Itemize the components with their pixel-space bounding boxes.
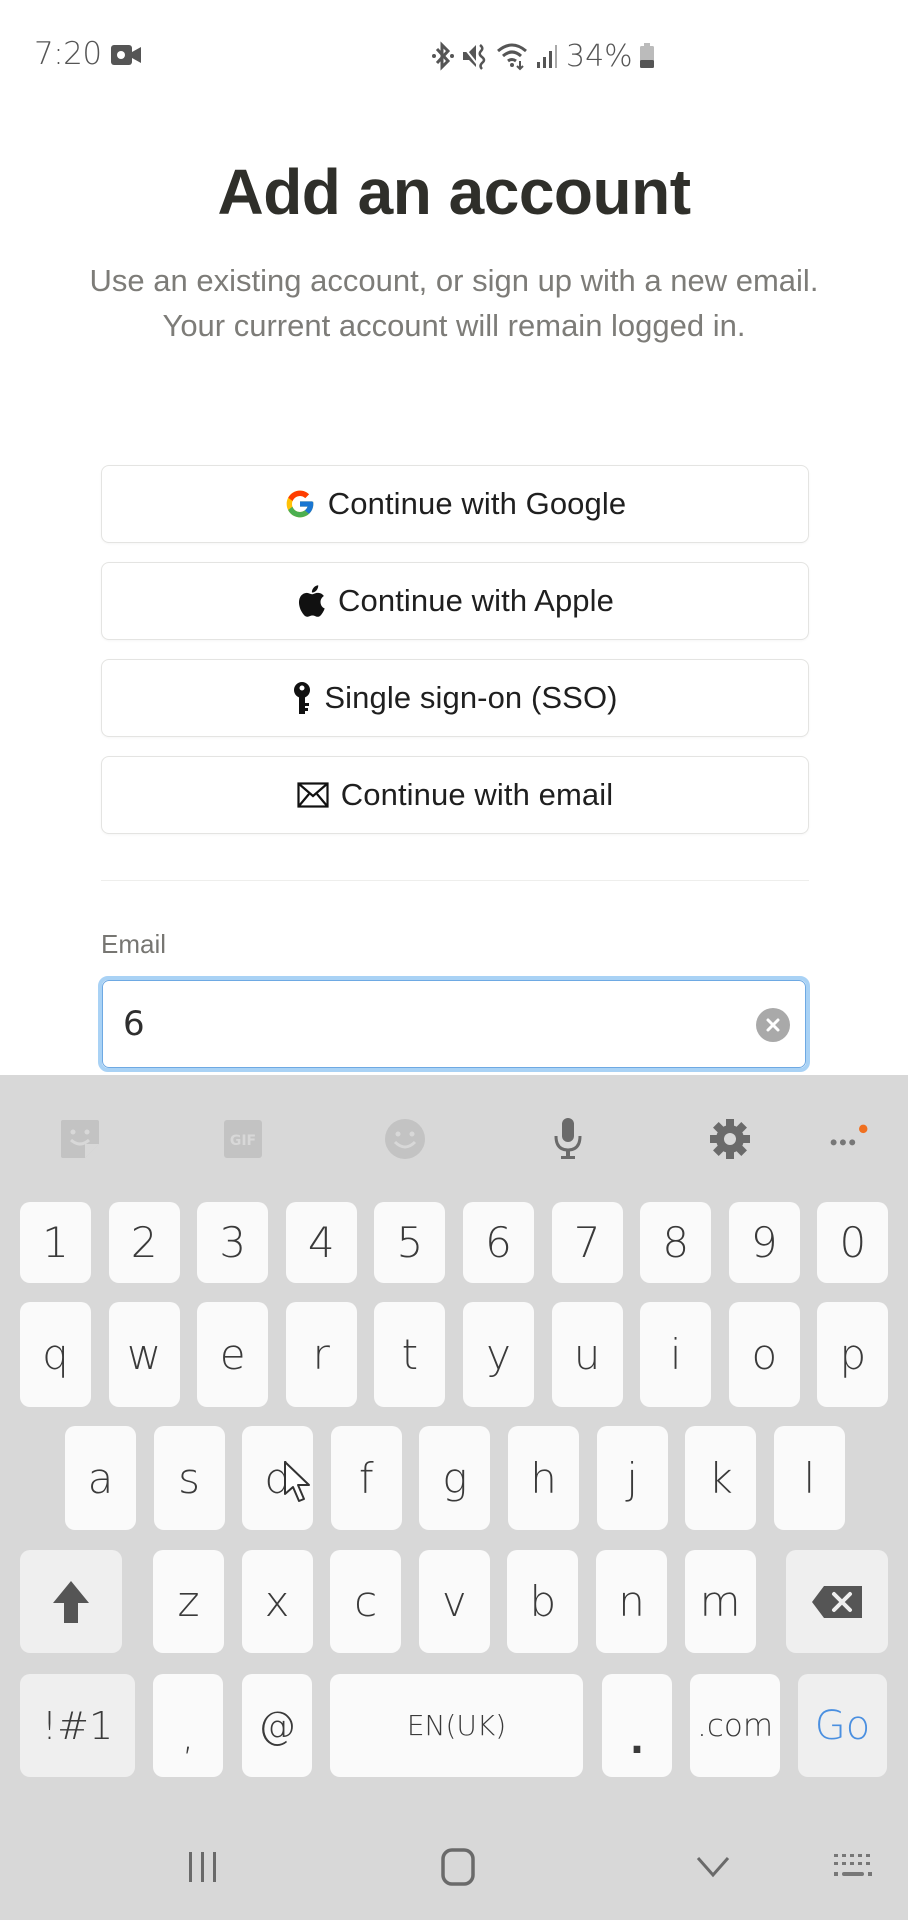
- signal-icon: [536, 41, 558, 71]
- key-0[interactable]: 0: [817, 1202, 889, 1283]
- continue-with-apple-button[interactable]: Continue with Apple: [101, 562, 809, 640]
- button-label: Continue with Google: [327, 486, 627, 521]
- sticker-icon[interactable]: [58, 1117, 102, 1161]
- dotcom-key[interactable]: .com: [690, 1674, 780, 1777]
- home-icon[interactable]: [438, 1847, 478, 1887]
- comma-key[interactable]: ,: [153, 1674, 223, 1777]
- key-j[interactable]: j: [596, 1426, 668, 1530]
- key-r[interactable]: r: [285, 1302, 357, 1407]
- mail-icon: [297, 782, 329, 808]
- battery-icon: [639, 41, 655, 71]
- single-sign-on-button[interactable]: Single sign-on (SSO): [101, 659, 809, 737]
- key-g[interactable]: g: [419, 1426, 491, 1530]
- key-8[interactable]: 8: [640, 1202, 712, 1283]
- key-w[interactable]: w: [108, 1302, 180, 1407]
- keyboard-toolbar: GIF: [0, 1075, 908, 1195]
- email-field-container: [98, 976, 810, 1072]
- page-subtitle: Use an existing account, or sign up with…: [89, 263, 819, 343]
- close-icon: [766, 1018, 780, 1032]
- wifi-icon: [496, 41, 530, 71]
- divider: [101, 880, 809, 881]
- key-h[interactable]: h: [508, 1426, 579, 1530]
- go-key[interactable]: Go: [798, 1674, 887, 1777]
- space-key[interactable]: EN(UK): [330, 1674, 583, 1777]
- key-1[interactable]: 1: [20, 1202, 91, 1283]
- symbols-key[interactable]: !#1: [20, 1674, 135, 1777]
- button-label: Single sign-on (SSO): [324, 680, 618, 715]
- email-label: Email: [101, 929, 167, 959]
- key-9[interactable]: 9: [728, 1202, 800, 1283]
- vibrate-mute-icon: [460, 41, 490, 71]
- status-icons: 34%: [432, 38, 655, 74]
- bluetooth-icon: [432, 41, 454, 71]
- key-p[interactable]: p: [817, 1302, 889, 1407]
- key-f[interactable]: f: [330, 1426, 402, 1530]
- svg-text:GIF: GIF: [230, 1133, 256, 1149]
- key-c[interactable]: c: [330, 1550, 402, 1653]
- key-5[interactable]: 5: [374, 1202, 446, 1283]
- gif-icon[interactable]: GIF: [221, 1117, 265, 1161]
- backspace-key[interactable]: [786, 1550, 888, 1653]
- page-title: Add an account: [217, 156, 691, 228]
- emoji-icon[interactable]: [383, 1117, 427, 1161]
- more-icon[interactable]: [826, 1117, 870, 1161]
- status-bar: 7:20 34%: [0, 0, 908, 110]
- key-6[interactable]: 6: [463, 1202, 534, 1283]
- key-x[interactable]: x: [241, 1550, 313, 1653]
- key-b[interactable]: b: [507, 1550, 579, 1653]
- key-z[interactable]: z: [153, 1550, 224, 1653]
- key-y[interactable]: y: [463, 1302, 534, 1407]
- key-s[interactable]: s: [153, 1426, 225, 1530]
- button-label: Continue with email: [340, 777, 614, 812]
- microphone-icon[interactable]: [546, 1117, 590, 1161]
- clear-input-button[interactable]: [756, 1008, 790, 1042]
- keyboard-switch-icon[interactable]: [830, 1847, 876, 1887]
- key-o[interactable]: o: [728, 1302, 800, 1407]
- key-q[interactable]: q: [20, 1302, 91, 1407]
- key-u[interactable]: u: [551, 1302, 623, 1407]
- key-3[interactable]: 3: [197, 1202, 269, 1283]
- button-label: Continue with Apple: [338, 583, 614, 618]
- at-key[interactable]: @: [242, 1674, 312, 1777]
- key-t[interactable]: t: [374, 1302, 446, 1407]
- continue-with-email-button[interactable]: Continue with email: [101, 756, 809, 834]
- period-key[interactable]: .: [602, 1674, 672, 1777]
- on-screen-keyboard: GIF !#1 , @ EN(UK) . .com Go 1 2 3 4 5 6…: [0, 1075, 908, 1920]
- key-e[interactable]: e: [197, 1302, 269, 1407]
- key-n[interactable]: n: [596, 1550, 667, 1653]
- key-a[interactable]: a: [65, 1426, 136, 1530]
- key-l[interactable]: l: [773, 1426, 845, 1530]
- key-k[interactable]: k: [685, 1426, 757, 1530]
- status-time: 7:20: [34, 36, 102, 72]
- recents-icon[interactable]: [183, 1847, 223, 1887]
- battery-percent: 34%: [566, 38, 633, 74]
- key-d[interactable]: d: [242, 1426, 314, 1530]
- key-icon: [292, 681, 312, 715]
- settings-icon[interactable]: [708, 1117, 752, 1161]
- apple-icon: [296, 584, 326, 618]
- key-4[interactable]: 4: [285, 1202, 357, 1283]
- key-i[interactable]: i: [640, 1302, 712, 1407]
- back-icon[interactable]: [693, 1847, 733, 1887]
- google-icon: [284, 488, 316, 520]
- continue-with-google-button[interactable]: Continue with Google: [101, 465, 809, 543]
- key-m[interactable]: m: [684, 1550, 756, 1653]
- email-input[interactable]: [123, 1004, 723, 1044]
- notification-dot: [859, 1124, 868, 1134]
- key-2[interactable]: 2: [108, 1202, 180, 1283]
- shift-arrow-icon: [53, 1580, 89, 1623]
- video-camera-icon: [111, 45, 141, 65]
- backspace-icon: [812, 1585, 862, 1618]
- key-v[interactable]: v: [418, 1550, 490, 1653]
- shift-key[interactable]: [20, 1550, 122, 1653]
- key-7[interactable]: 7: [551, 1202, 623, 1283]
